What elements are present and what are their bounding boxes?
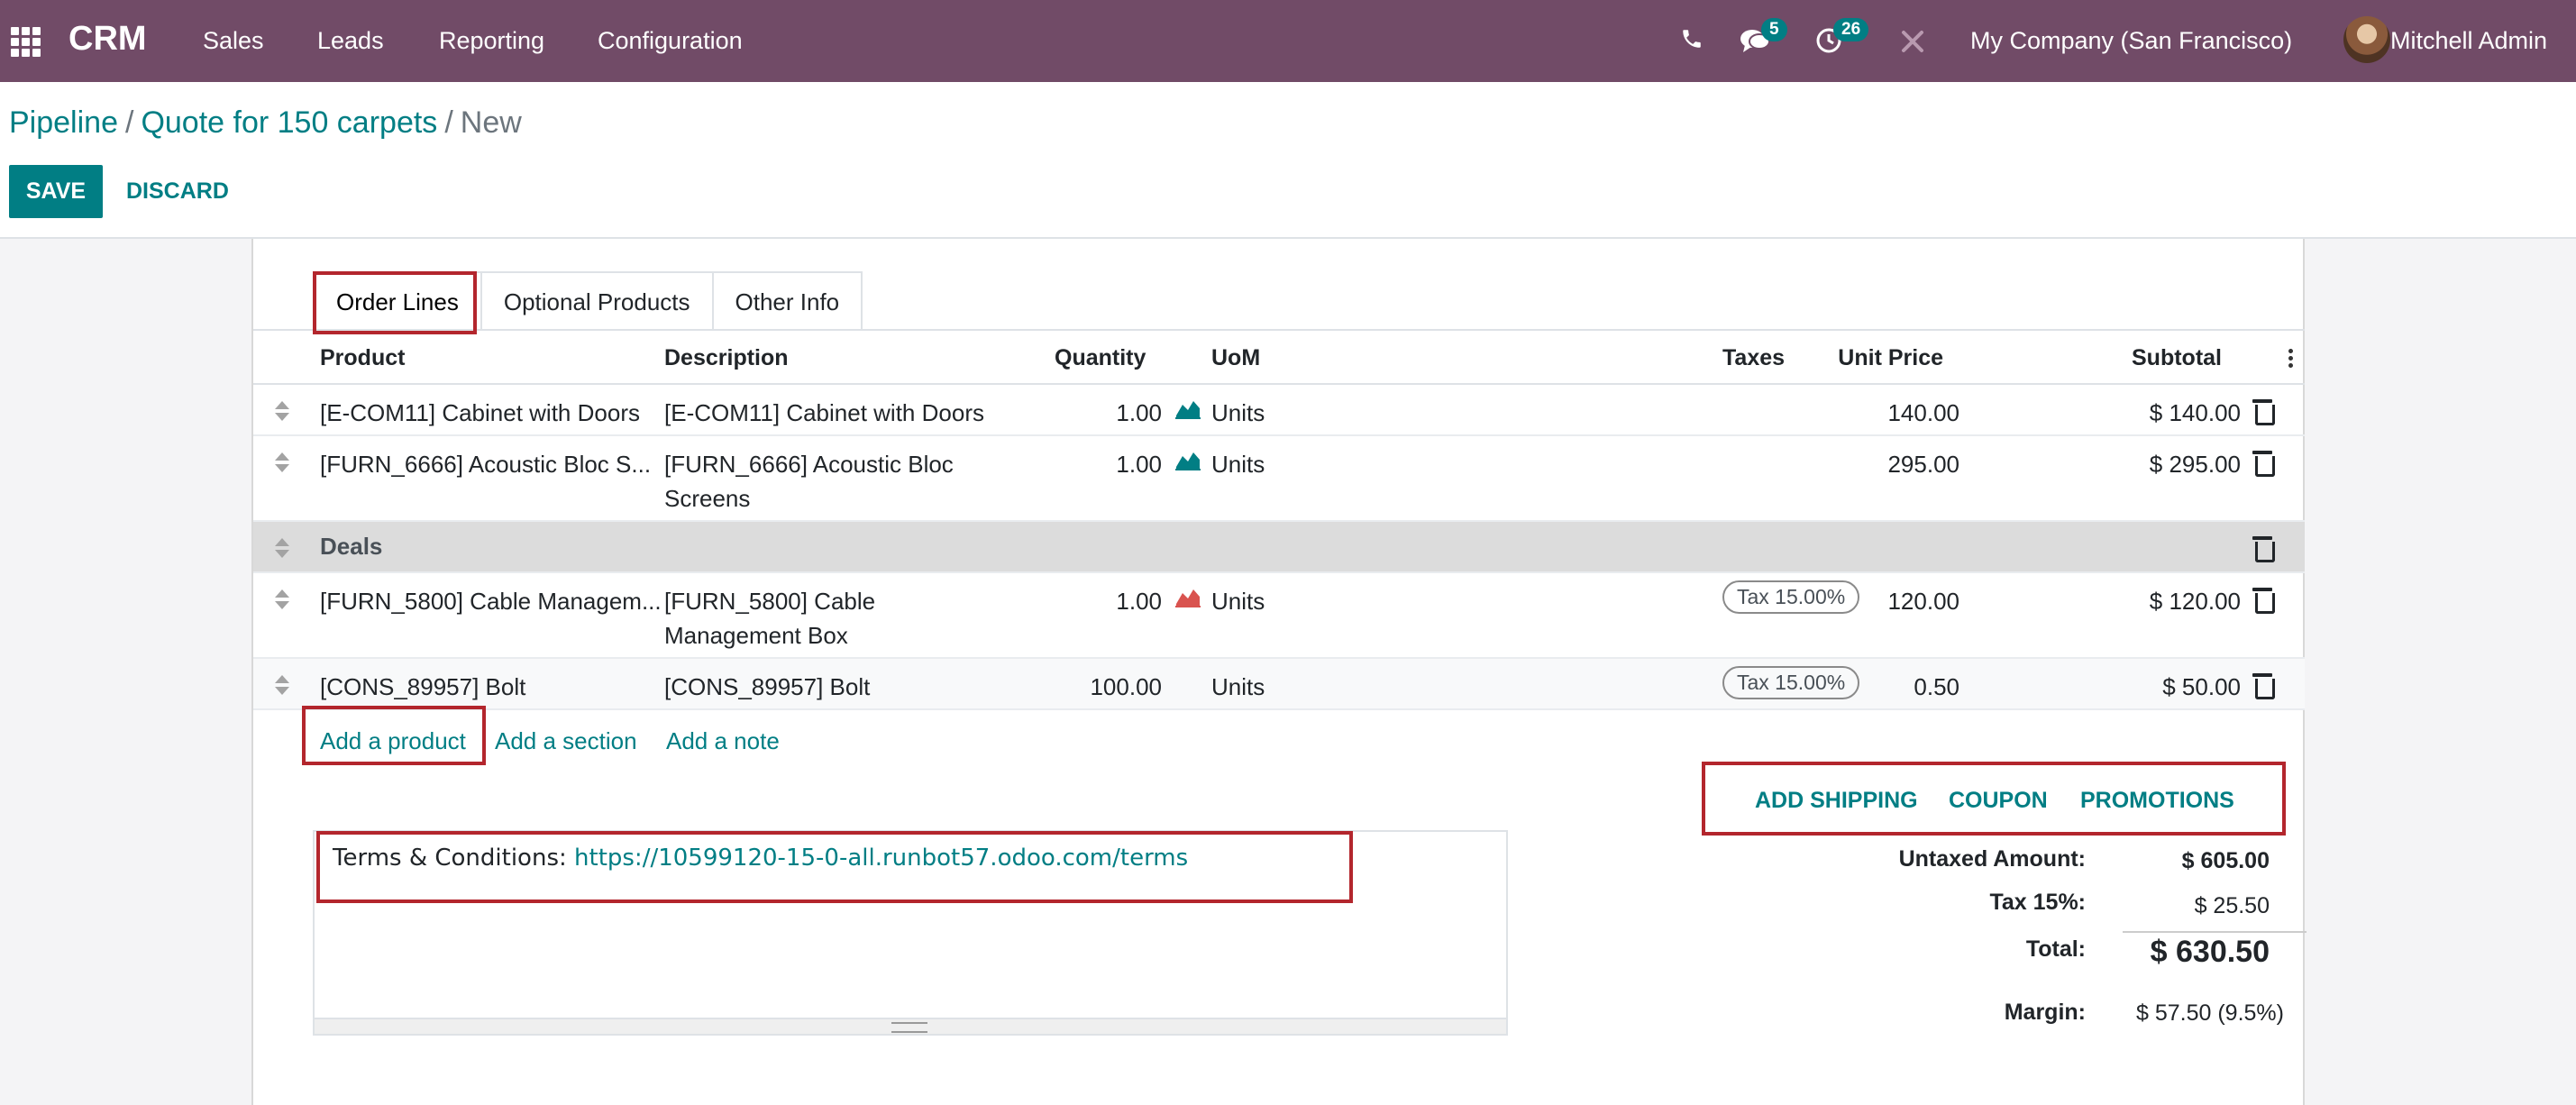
cell-uom[interactable]: Units: [1211, 396, 1265, 430]
menu-sales[interactable]: Sales: [203, 27, 264, 55]
breadcrumb: Pipeline / Quote for 150 carpets / New: [9, 105, 522, 141]
forecast-chart-icon[interactable]: [1174, 396, 1201, 421]
control-panel: Pipeline / Quote for 150 carpets / New SAVE …: [0, 82, 2576, 239]
breadcrumb-separator: /: [124, 105, 134, 140]
breadcrumb-current: New: [460, 105, 522, 140]
cell-quantity[interactable]: 1.00: [1046, 447, 1162, 481]
cell-uom[interactable]: Units: [1211, 670, 1265, 704]
trash-icon[interactable]: [2252, 449, 2275, 477]
highlight-terms: [316, 831, 1353, 903]
col-quantity[interactable]: Quantity: [1055, 345, 1146, 371]
totals-divider: [2123, 931, 2307, 933]
cell-description[interactable]: [FURN_5800] Cable Management Box: [664, 584, 875, 653]
activity-count-badge: 26: [1833, 18, 1869, 41]
trash-icon[interactable]: [2252, 534, 2275, 562]
tax-tag[interactable]: Tax 15.00%: [1722, 580, 1860, 614]
forecast-chart-icon[interactable]: [1174, 447, 1201, 472]
total-label: Total:: [2025, 936, 2086, 962]
apps-menu-icon[interactable]: [9, 25, 41, 57]
cell-product[interactable]: [FURN_6666] Acoustic Bloc S...: [320, 447, 651, 481]
top-navbar: CRM Sales Leads Reporting Configuration …: [0, 0, 2576, 82]
table-row[interactable]: [FURN_6666] Acoustic Bloc S... [FURN_666…: [253, 436, 2305, 522]
trash-icon[interactable]: [2252, 671, 2275, 699]
cell-product[interactable]: [E-COM11] Cabinet with Doors: [320, 396, 640, 430]
breadcrumb-opportunity[interactable]: Quote for 150 carpets: [141, 105, 437, 140]
add-section-link[interactable]: Add a section: [495, 727, 637, 755]
cell-quantity[interactable]: 1.00: [1046, 584, 1162, 618]
optional-columns-menu-icon[interactable]: [2288, 349, 2294, 370]
breadcrumb-separator: /: [444, 105, 453, 140]
description-line: Screens: [664, 485, 751, 512]
col-taxes[interactable]: Taxes: [1722, 345, 1785, 371]
col-product[interactable]: Product: [320, 345, 405, 371]
app-brand[interactable]: CRM: [69, 20, 147, 59]
chat-count-badge: 5: [1761, 18, 1787, 41]
section-title[interactable]: Deals: [320, 533, 382, 561]
cell-description[interactable]: [E-COM11] Cabinet with Doors: [664, 396, 984, 430]
highlight-order-lines-tab: [313, 271, 477, 334]
untaxed-amount: $ 605.00: [2181, 848, 2270, 873]
cell-subtotal: $ 295.00: [2149, 451, 2241, 478]
table-row[interactable]: [FURN_5800] Cable Managem... [FURN_5800]…: [253, 573, 2305, 659]
section-row[interactable]: Deals: [253, 522, 2305, 573]
table-row[interactable]: [CONS_89957] Bolt [CONS_89957] Bolt 100.…: [253, 659, 2305, 710]
description-line: Management Box: [664, 622, 848, 649]
debug-tools-icon[interactable]: [1900, 29, 1925, 54]
trash-icon[interactable]: [2252, 397, 2275, 425]
cell-quantity[interactable]: 1.00: [1046, 396, 1162, 430]
total-amount: $ 630.50: [2150, 935, 2270, 969]
description-line: [FURN_6666] Acoustic Bloc: [664, 451, 954, 478]
cell-description[interactable]: [CONS_89957] Bolt: [664, 670, 870, 704]
company-switcher[interactable]: My Company (San Francisco): [1970, 27, 2292, 55]
highlight-add-product: [302, 706, 486, 765]
discard-button[interactable]: DISCARD: [126, 165, 229, 218]
col-description[interactable]: Description: [664, 345, 789, 371]
cell-unit-price[interactable]: 295.00: [1695, 447, 1959, 481]
tax-tag[interactable]: Tax 15.00%: [1722, 666, 1860, 699]
save-button[interactable]: SAVE: [9, 165, 103, 218]
tax-label: Tax 15%:: [1989, 890, 2086, 915]
tab-optional-products[interactable]: Optional Products: [480, 271, 714, 331]
cell-subtotal: $ 50.00: [2162, 673, 2241, 700]
margin-label: Margin:: [2004, 1000, 2086, 1025]
cell-unit-price[interactable]: 140.00: [1695, 396, 1959, 430]
drag-handle-icon[interactable]: [275, 538, 289, 560]
cell-product[interactable]: [FURN_5800] Cable Managem...: [320, 584, 662, 618]
cell-subtotal: $ 120.00: [2149, 588, 2241, 615]
breadcrumb-pipeline[interactable]: Pipeline: [9, 105, 118, 140]
description-line: [FURN_5800] Cable: [664, 588, 876, 615]
form-sheet: Order Lines Optional Products Other Info…: [251, 239, 2307, 1105]
cell-subtotal: $ 140.00: [2149, 399, 2241, 426]
menu-configuration[interactable]: Configuration: [598, 27, 743, 55]
drag-handle-icon[interactable]: [275, 589, 289, 611]
resize-grip-icon[interactable]: [315, 1018, 1506, 1034]
drag-handle-icon[interactable]: [275, 401, 289, 423]
order-lines-header: Product Description Quantity UoM Unit Pr…: [253, 331, 2305, 385]
forecast-chart-icon[interactable]: [1174, 584, 1201, 609]
phone-icon[interactable]: [1680, 27, 1704, 50]
untaxed-label: Untaxed Amount:: [1898, 846, 2086, 872]
drag-handle-icon[interactable]: [275, 452, 289, 474]
tab-other-info[interactable]: Other Info: [711, 271, 863, 331]
add-note-link[interactable]: Add a note: [666, 727, 780, 755]
menu-reporting[interactable]: Reporting: [439, 27, 544, 55]
col-subtotal[interactable]: Subtotal: [1966, 345, 2222, 371]
cell-uom[interactable]: Units: [1211, 584, 1265, 618]
table-row[interactable]: [E-COM11] Cabinet with Doors [E-COM11] C…: [253, 385, 2305, 436]
menu-leads[interactable]: Leads: [317, 27, 384, 55]
cell-uom[interactable]: Units: [1211, 447, 1265, 481]
drag-handle-icon[interactable]: [275, 675, 289, 697]
user-menu[interactable]: Mitchell Admin: [2390, 27, 2547, 55]
cell-product[interactable]: [CONS_89957] Bolt: [320, 670, 525, 704]
trash-icon[interactable]: [2252, 586, 2275, 614]
margin-amount: $ 57.50 (9.5%): [2136, 1000, 2284, 1026]
cell-description[interactable]: [FURN_6666] Acoustic Bloc Screens: [664, 447, 954, 516]
user-avatar[interactable]: [2343, 16, 2390, 63]
highlight-shipping-buttons: [1702, 762, 2286, 836]
col-uom[interactable]: UoM: [1211, 345, 1260, 371]
cell-quantity[interactable]: 100.00: [1046, 670, 1162, 704]
tax-amount: $ 25.50: [2194, 893, 2270, 918]
